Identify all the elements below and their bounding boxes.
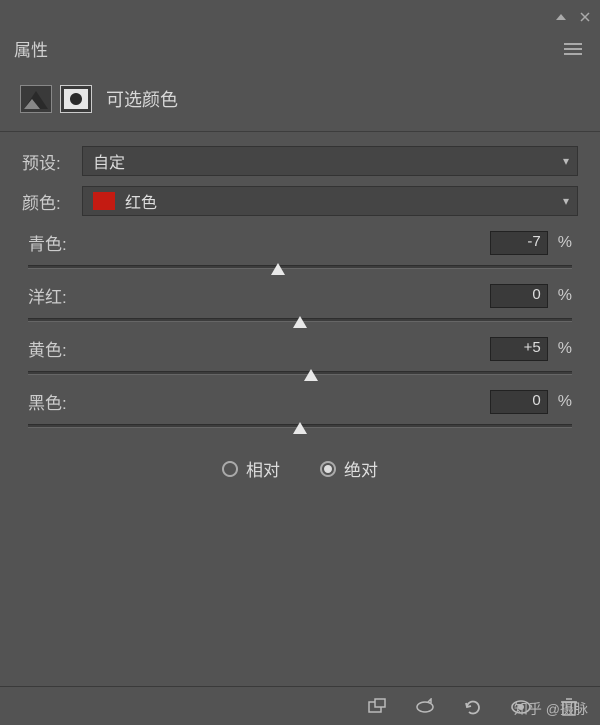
cyan-value-input[interactable]: -7	[490, 231, 548, 255]
preset-label: 预设:	[22, 149, 82, 174]
window-titlebar	[0, 0, 600, 30]
magenta-slider-row: 洋红: 0 %	[22, 283, 578, 322]
mask-thumb-icon[interactable]	[60, 85, 92, 113]
adjustment-header: 可选颜色	[0, 67, 600, 125]
watermark-text: 知乎 @摄脉	[514, 699, 588, 719]
properties-panel: 属性 可选颜色 预设: 自定 ▾ 颜色: 红色 ▾	[0, 0, 600, 725]
color-dropdown[interactable]: 红色 ▾	[82, 186, 578, 216]
color-swatch	[93, 192, 115, 210]
cyan-slider-row: 青色: -7 %	[22, 230, 578, 269]
preset-dropdown[interactable]: 自定 ▾	[82, 146, 578, 176]
black-slider-track[interactable]	[28, 424, 572, 428]
black-label: 黑色:	[28, 389, 490, 414]
magenta-slider-track[interactable]	[28, 318, 572, 322]
yellow-value-input[interactable]: +5	[490, 337, 548, 361]
panel-menu-icon[interactable]	[560, 39, 586, 59]
unit-label: %	[558, 287, 572, 305]
black-value-input[interactable]: 0	[490, 390, 548, 414]
panel-tab-row: 属性	[0, 30, 600, 67]
chevron-down-icon: ▾	[563, 154, 569, 168]
panel-footer	[0, 686, 600, 725]
color-label: 颜色:	[22, 189, 82, 214]
unit-label: %	[558, 234, 572, 252]
cyan-slider-track[interactable]	[28, 265, 572, 269]
relative-radio-option[interactable]: 相对	[222, 456, 280, 481]
absolute-radio-option[interactable]: 绝对	[320, 456, 378, 481]
method-radio-group: 相对 绝对	[22, 456, 578, 481]
adjustment-thumb-icon[interactable]	[20, 85, 52, 113]
magenta-slider-thumb[interactable]	[293, 316, 307, 328]
preset-row: 预设: 自定 ▾	[22, 146, 578, 176]
panel-title[interactable]: 属性	[14, 36, 48, 61]
absolute-radio[interactable]	[320, 461, 336, 477]
relative-radio[interactable]	[222, 461, 238, 477]
magenta-value-input[interactable]: 0	[490, 284, 548, 308]
preset-value: 自定	[93, 149, 125, 173]
cyan-label: 青色:	[28, 230, 490, 255]
black-slider-row: 黑色: 0 %	[22, 389, 578, 428]
reset-icon[interactable]	[462, 697, 484, 717]
clip-to-layer-icon[interactable]	[366, 697, 388, 717]
absolute-label: 绝对	[344, 456, 378, 481]
view-previous-icon[interactable]	[414, 697, 436, 717]
yellow-label: 黄色:	[28, 336, 490, 361]
color-row: 颜色: 红色 ▾	[22, 186, 578, 216]
unit-label: %	[558, 340, 572, 358]
unit-label: %	[558, 393, 572, 411]
form-area: 预设: 自定 ▾ 颜色: 红色 ▾ 青色: -7 % 洋红:	[0, 138, 600, 481]
magenta-label: 洋红:	[28, 283, 490, 308]
close-icon[interactable]	[580, 12, 590, 22]
color-value: 红色	[125, 189, 157, 213]
yellow-slider-track[interactable]	[28, 371, 572, 375]
cyan-slider-thumb[interactable]	[271, 263, 285, 275]
collapse-icon[interactable]	[556, 12, 566, 22]
relative-label: 相对	[246, 456, 280, 481]
divider	[0, 131, 600, 132]
yellow-slider-row: 黄色: +5 %	[22, 336, 578, 375]
chevron-down-icon: ▾	[563, 194, 569, 208]
adjustment-name: 可选颜色	[106, 86, 178, 112]
black-slider-thumb[interactable]	[293, 422, 307, 434]
yellow-slider-thumb[interactable]	[304, 369, 318, 381]
